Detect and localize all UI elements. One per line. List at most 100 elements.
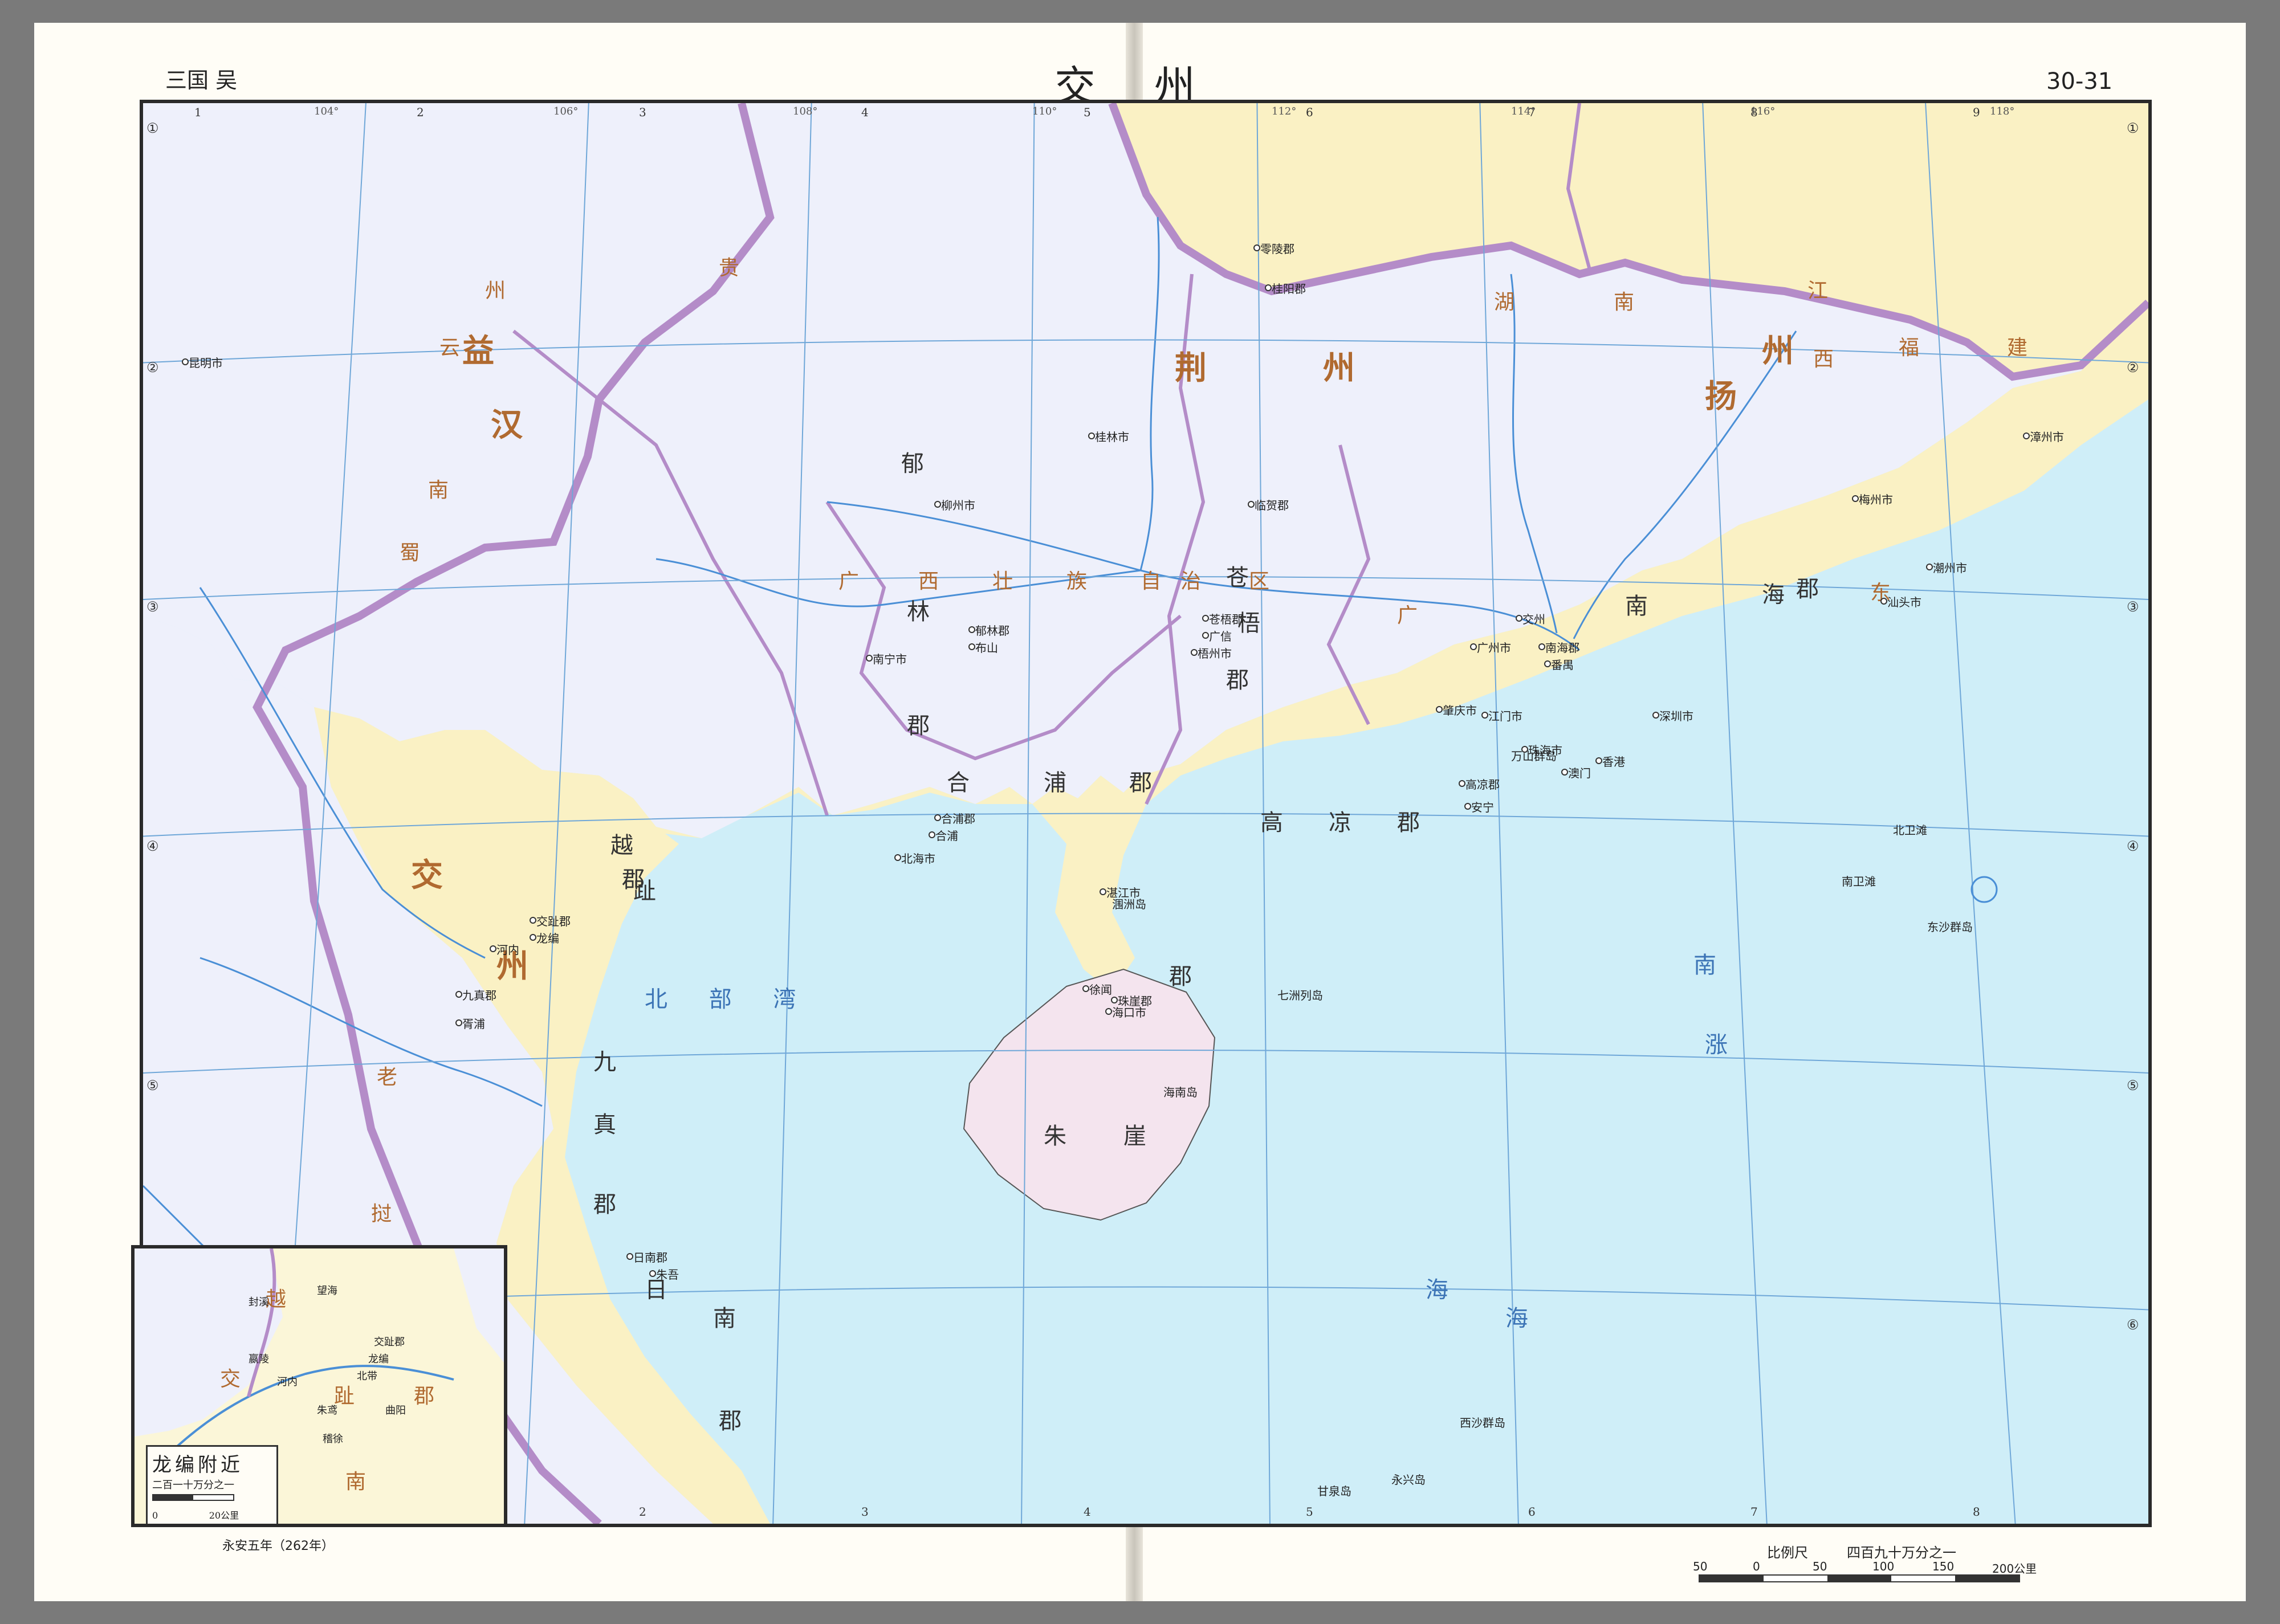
place-label: 九真郡 <box>462 989 496 1002</box>
settlement-marker <box>1253 244 1260 251</box>
place-label: 日南郡 <box>633 1251 667 1264</box>
inset-scale-end: 20公里 <box>209 1510 239 1521</box>
longitude-label: 112° <box>1272 105 1297 117</box>
row-marker-left: ④ <box>146 838 159 854</box>
settlement-marker <box>1470 643 1477 650</box>
sea-label: 南 <box>1693 952 1733 978</box>
grid-number-top: 5 <box>1084 105 1091 119</box>
settlement-marker <box>1082 985 1089 992</box>
island-label: 万山群岛 <box>1511 749 1557 763</box>
settlement-marker <box>530 934 536 941</box>
place-label: 安宁 <box>1471 801 1494 814</box>
region-label-commandery: 浦 <box>1044 770 1066 796</box>
inset-map-longbian: 越交趾郡南交趾郡 龙编 河内 嬴陵 北带 曲阳 朱鸢 稽徐 封溪 望海 龙编附近 二百一十万分之一… <box>131 1245 507 1527</box>
region-label-province: 州 <box>1323 349 1355 387</box>
longitude-label: 118° <box>1990 105 2015 117</box>
place-label: 桂林市 <box>1095 430 1129 444</box>
place-label: 合浦郡 <box>941 812 975 826</box>
place-label: 肇庆市 <box>1443 704 1477 717</box>
settlement-marker <box>934 501 941 508</box>
place-label: 临贺郡 <box>1255 499 1289 512</box>
scale-ratio: 四百九十万分之一 <box>1847 1545 1956 1561</box>
settlement-marker <box>929 831 935 838</box>
region-label-modern: 西 <box>918 570 939 593</box>
settlement-marker <box>1436 706 1443 713</box>
longitude-label: 104° <box>314 105 339 117</box>
inset-place-label: 封溪 <box>249 1296 269 1308</box>
row-marker-right: ③ <box>2127 599 2139 615</box>
settlement-marker <box>1481 712 1488 719</box>
scale-tick-label: 50 <box>1813 1560 1827 1573</box>
settlement-marker <box>649 1270 656 1277</box>
place-label: 交趾郡 <box>536 915 571 928</box>
grid-number-bottom: 3 <box>861 1505 869 1519</box>
settlement-marker <box>455 991 462 998</box>
inset-place-label: 河内 <box>277 1376 298 1388</box>
region-label-modern: 西 <box>1813 348 1834 371</box>
region-label-modern: 南 <box>1614 291 1635 314</box>
grid-number-bottom: 2 <box>639 1505 646 1519</box>
place-label: 香港 <box>1602 755 1625 769</box>
settlement-marker <box>894 854 901 861</box>
settlement-marker <box>1544 660 1551 667</box>
row-marker-right: ⑥ <box>2127 1317 2139 1333</box>
row-marker-right: ① <box>2127 120 2139 136</box>
settlement-marker <box>455 1019 462 1026</box>
inset-region-label: 交 <box>220 1368 241 1391</box>
place-label: 交州 <box>1522 613 1545 626</box>
scale-label: 比例尺 <box>1767 1545 1808 1561</box>
place-label: 珠崖郡 <box>1118 994 1152 1008</box>
grid-number-top: 3 <box>639 105 646 119</box>
island-label: 涠洲岛 <box>1112 897 1146 911</box>
settlement-marker <box>1595 757 1602 764</box>
settlement-marker <box>1105 1008 1112 1015</box>
settlement-marker <box>626 1253 633 1260</box>
region-label-modern: 贵 <box>719 256 740 280</box>
settlement-marker <box>182 358 189 365</box>
row-marker-right: ④ <box>2127 838 2139 854</box>
settlement-marker <box>530 917 536 924</box>
place-label: 零陵郡 <box>1260 242 1294 256</box>
scale-tick-label: 0 <box>1753 1560 1760 1573</box>
settlement-marker <box>968 643 975 650</box>
settlement-marker <box>1202 615 1209 622</box>
region-label-commandery: 郡 <box>1129 770 1152 796</box>
row-marker-left: ① <box>146 120 159 136</box>
settlement-marker <box>1265 284 1272 291</box>
place-label: 澳门 <box>1568 766 1591 780</box>
settlement-marker <box>1202 632 1209 639</box>
place-label: 布山 <box>975 641 998 655</box>
place-label: 江门市 <box>1488 709 1522 723</box>
inset-region-label: 南 <box>345 1470 367 1494</box>
grid-number-bottom: 7 <box>1750 1505 1758 1519</box>
row-marker-right: ② <box>2127 360 2139 376</box>
region-label-modern: 江 <box>1807 279 1829 303</box>
settlement-marker <box>490 945 496 952</box>
place-label: 胥浦 <box>462 1017 485 1031</box>
place-label: 深圳市 <box>1659 709 1693 723</box>
region-label-modern: 自 <box>1141 570 1162 593</box>
place-label: 徐闻 <box>1089 983 1112 997</box>
place-label: 南海郡 <box>1545 641 1579 655</box>
settlement-marker <box>1852 495 1859 502</box>
row-marker-left: ③ <box>146 599 159 615</box>
settlement-marker <box>968 626 975 633</box>
settlement-marker <box>1561 769 1568 776</box>
place-label: 桂阳郡 <box>1272 282 1306 296</box>
region-label-commandery: 高 <box>1260 810 1283 836</box>
region-label-province: 汉 <box>491 406 523 444</box>
longitude-label: 116° <box>1750 105 1776 117</box>
inset-place-label: 交趾郡 <box>374 1336 405 1348</box>
region-label-modern: 族 <box>1066 570 1088 593</box>
inset-scale-start: 0 <box>152 1510 158 1521</box>
island-label: 南卫滩 <box>1842 875 1876 888</box>
inset-scale-bar <box>152 1494 234 1501</box>
scale-tick-label: 200公里 <box>1992 1562 2037 1576</box>
page-numbers: 30-31 <box>2046 68 2113 95</box>
island-label: 北卫滩 <box>1893 823 1927 837</box>
region-label-commandery: 南 <box>713 1305 736 1332</box>
island-label: 东沙群岛 <box>1927 920 1973 934</box>
inset-place-label: 嬴陵 <box>249 1353 269 1365</box>
settlement-marker <box>934 814 941 821</box>
section-header: 三国 吴 <box>165 68 238 93</box>
